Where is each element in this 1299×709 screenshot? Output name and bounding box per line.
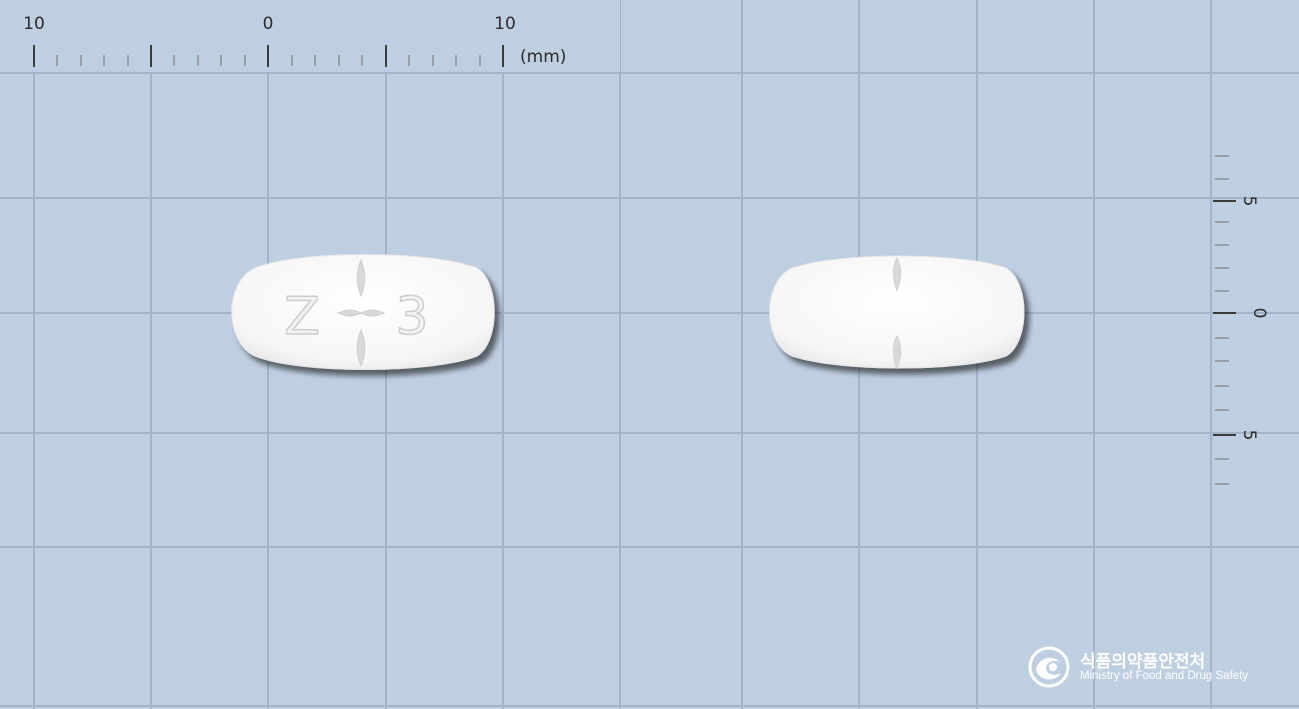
logo-korean-text: 식품의약품안전처 <box>1080 652 1206 672</box>
top-scale-label-left: 10 <box>23 14 45 34</box>
logo-english-text: Ministry of Food and Drug Safety <box>1080 670 1249 682</box>
grid <box>0 0 1299 709</box>
right-scale-label-top: 5 <box>1239 196 1259 207</box>
tablet-front-imprint-right: 3 <box>395 287 428 347</box>
right-scale-label-center: 0 <box>1249 308 1269 319</box>
top-scale-unit: (mm) <box>520 47 566 67</box>
top-scale-label-right: 10 <box>494 14 516 34</box>
top-scale-label-center: 0 <box>263 14 274 34</box>
tablet-front-imprint-left: Z <box>284 287 320 347</box>
mfds-emblem-icon <box>1028 646 1070 688</box>
right-scale-label-bottom: 5 <box>1239 430 1259 441</box>
mfds-logo: 식품의약품안전처 Ministry of Food and Drug Safet… <box>1028 646 1278 690</box>
right-scale: 5 0 5 <box>1213 155 1269 485</box>
pill-photo: 10 0 10 (mm) 5 0 5 Z 3 <box>0 0 1299 709</box>
tablet-front: Z 3 <box>231 254 495 370</box>
tablet-back <box>769 255 1025 370</box>
top-scale: 10 0 10 (mm) <box>0 0 620 72</box>
